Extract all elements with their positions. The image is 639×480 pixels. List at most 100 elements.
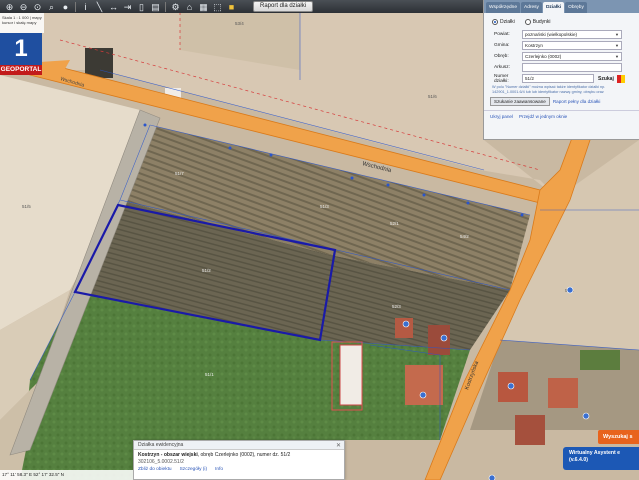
toolbar-divider (165, 1, 166, 12)
building-6 (548, 378, 578, 408)
chevron-down-icon: ▼ (615, 43, 619, 48)
tree-cluster (580, 350, 620, 370)
field-sheet: Arkusz: (484, 62, 639, 73)
commune-select[interactable]: Kostrzyn ▼ (522, 41, 622, 50)
county-label: Powiat: (494, 32, 510, 37)
virtual-assistant-button[interactable]: Wirtualny Asystent e (v.6.4.0) (563, 447, 639, 470)
commune-label: Gmina: (494, 43, 510, 48)
close-icon[interactable]: ✕ (336, 442, 341, 449)
parcel-label-8: 51/5 (22, 204, 31, 209)
info-icon[interactable]: i (79, 1, 92, 13)
sheet-input[interactable] (522, 63, 622, 72)
flag-icon[interactable] (616, 74, 625, 83)
parcel-label-2: 51/3 (320, 204, 329, 209)
building-7 (515, 415, 545, 445)
map-toolbar: ⊕ ⊖ ⊙ ⌕ ● i ╲ ↔ ⇥ ▯ ▤ ⚙ ⌂ ▦ ⬚ ■ Raport d… (0, 0, 484, 13)
info-link[interactable]: Info (215, 467, 223, 472)
chevron-down-icon: ▼ (615, 32, 619, 37)
layers-icon[interactable]: ▤ (149, 1, 162, 13)
zoom-out-icon[interactable]: ⊖ (17, 1, 30, 13)
zoom-in-icon[interactable]: ⊕ (3, 1, 16, 13)
scale-info: Skala 1 : 1 000 | mapy kursor i skalę ma… (0, 13, 44, 33)
parcel-label-1: 51/7 (175, 171, 184, 176)
home-icon[interactable]: ⌂ (183, 1, 196, 13)
building-1 (339, 344, 363, 406)
tab-addresses[interactable]: Adresy (521, 2, 542, 13)
area-icon[interactable]: ↔ (107, 1, 120, 13)
pan-icon[interactable]: ● (59, 1, 72, 13)
parcel-number-input[interactable]: 51/2 (522, 74, 594, 83)
popup-actions: Zbliż do obiektu Szczegóły (i) Info (134, 467, 344, 472)
field-county: Powiat: poznański (wielkopolskie) ▼ (484, 29, 639, 40)
advanced-search-button[interactable]: Szukanie zaawansowane (490, 97, 550, 106)
search-button[interactable]: Szukaj (598, 76, 614, 82)
building-4 (405, 365, 443, 405)
popup-header: Działka ewidencyjna (134, 441, 344, 450)
county-select[interactable]: poznański (wielkopolskie) ▼ (522, 30, 622, 39)
full-report-link[interactable]: Raport pełny dla działki (553, 99, 601, 104)
single-window-link[interactable]: Przejdź w jednym oknie (519, 114, 567, 119)
radio-dot-selected (492, 19, 498, 25)
panel-tabs: Współrzędne Adresy Działki Obręby (484, 0, 639, 13)
parcel-label-9: 51/6 (428, 94, 437, 99)
zoom-window-icon[interactable]: ⌕ (45, 1, 58, 13)
parcel-label-4: 52/1 (390, 221, 399, 226)
table-icon[interactable]: ▦ (197, 1, 210, 13)
tab-coordinates[interactable]: Współrzędne (486, 2, 520, 13)
toolbar-divider (75, 1, 76, 12)
zoom-to-object-link[interactable]: Zbliż do obiektu (138, 467, 172, 472)
search-type-radios: Działki Budynki (484, 13, 639, 29)
parcel-label-6: 52/3 (392, 304, 401, 309)
precinct-label: Obręb: (494, 54, 509, 59)
draw-icon[interactable]: ⇥ (121, 1, 134, 13)
farm-machine (85, 48, 113, 78)
radio-buildings-label: Budynki (532, 19, 551, 25)
parcel-label-7: 51/1 (205, 372, 214, 377)
assistant-version: (v.6.4.0) (569, 457, 588, 463)
advanced-row: Szukanie zaawansowane Raport pełny dla d… (484, 95, 639, 108)
search-panel: Współrzędne Adresy Działki Obręby Działk… (483, 0, 639, 140)
hide-panel-link[interactable]: Ukryj panel (490, 114, 513, 119)
sheet-label: Arkusz: (494, 65, 510, 70)
export-icon[interactable]: ⬚ (211, 1, 224, 13)
details-link[interactable]: Szczegóły (i) (180, 467, 207, 472)
parcel-number-label: Numer działki: (494, 73, 509, 84)
radio-buildings[interactable]: Budynki (524, 19, 551, 25)
settings-icon[interactable]: ⚙ (169, 1, 182, 13)
print-icon[interactable]: ▯ (135, 1, 148, 13)
flag-icon[interactable]: ■ (225, 1, 238, 13)
report-parcel-button[interactable]: Raport dla działki (253, 1, 314, 12)
logo-number: 1 (14, 35, 28, 62)
popup-body: Kostrzyn - obszar wiejski, obręb Czerlej… (134, 450, 344, 467)
parcel-label-5: 51/2 (202, 268, 211, 273)
radio-parcels[interactable]: Działki (492, 19, 515, 25)
radio-dot (524, 19, 531, 25)
building-3 (428, 325, 450, 355)
zoom-extent-icon[interactable]: ⊙ (31, 1, 44, 13)
precinct-select[interactable]: Czerlejnko (0002) ▼ (522, 52, 622, 61)
coordinate-readout: 17° 11' 58.3" E 52° 17' 32.5" N (0, 470, 133, 480)
county-value: poznański (wielkopolskie) (525, 32, 578, 37)
parcel-label-10: 53/4 (235, 21, 244, 26)
parcel-label-3: 54/2 (460, 234, 469, 239)
building-2 (395, 318, 413, 338)
panel-hint: W polu "Numer działki" można wpisać takż… (492, 85, 606, 94)
popup-identifier: 302106_5.0002.51/2 (138, 458, 184, 465)
assistant-title: Wirtualny Asystent e (569, 450, 621, 456)
radio-parcels-label: Działki (500, 19, 515, 25)
popup-details: , obręb Czerlejnko (0002), numer dz. 51/… (197, 452, 291, 458)
precinct-value: Czerlejnko (0002) (525, 54, 562, 59)
search-assistant-button[interactable]: Wyszukaj s (598, 430, 639, 444)
measure-icon[interactable]: ╲ (93, 1, 106, 13)
logo-text: GEOPORTAL (0, 65, 42, 75)
popup-location: Kostrzyn - obszar wiejski (138, 452, 198, 458)
tab-parcels[interactable]: Działki (542, 2, 565, 13)
geoportal-logo[interactable]: 1 GEOPORTAL (0, 33, 42, 79)
field-precinct: Obręb: Czerlejnko (0002) ▼ (484, 51, 639, 62)
commune-value: Kostrzyn (525, 43, 543, 48)
field-commune: Gmina: Kostrzyn ▼ (484, 40, 639, 51)
panel-links: Ukryj panel Przejdź w jednym oknie (484, 110, 639, 122)
parcel-info-popup: Działka ewidencyjna ✕ Kostrzyn - obszar … (133, 440, 345, 480)
field-parcel-number: Numer działki: 51/2 Szukaj (484, 73, 639, 84)
tab-precincts[interactable]: Obręby (565, 2, 587, 13)
